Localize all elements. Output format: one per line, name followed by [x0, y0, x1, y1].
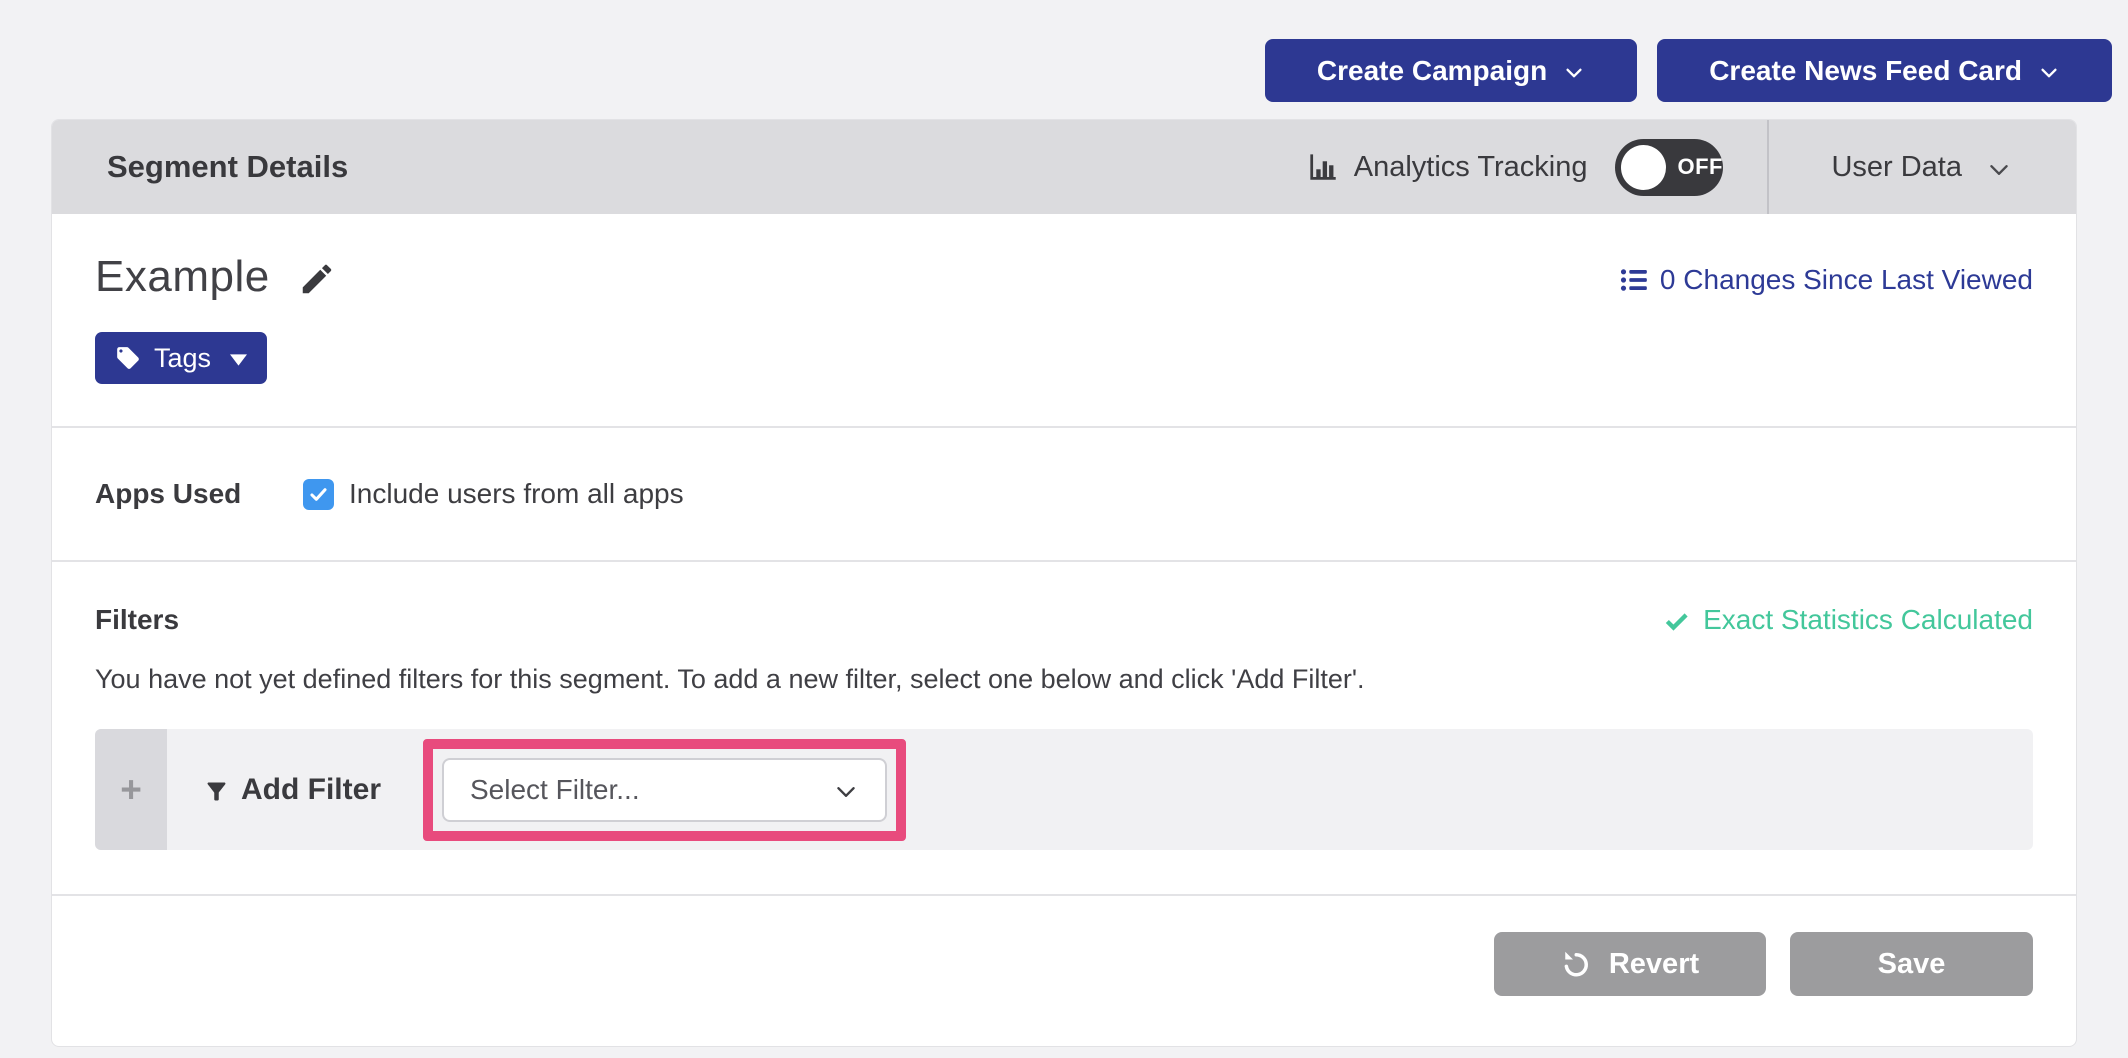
- segment-name: Example: [95, 252, 270, 302]
- checkbox-checked[interactable]: [303, 479, 334, 510]
- include-all-apps-checkbox-row[interactable]: Include users from all apps: [303, 478, 684, 510]
- revert-button[interactable]: Revert: [1494, 932, 1766, 996]
- edit-pencil-icon[interactable]: [298, 260, 336, 298]
- apps-used-label: Apps Used: [95, 478, 303, 510]
- add-filter-label-group: Add Filter: [203, 773, 381, 807]
- tags-button[interactable]: Tags: [95, 332, 267, 384]
- checkmark-icon: [308, 484, 329, 505]
- funnel-icon: [203, 778, 230, 805]
- bar-chart-icon: [1306, 151, 1338, 183]
- chevron-down-icon: [1986, 157, 2012, 183]
- user-data-dropdown[interactable]: User Data: [1769, 120, 2076, 214]
- create-campaign-button[interactable]: Create Campaign: [1265, 39, 1637, 102]
- create-campaign-label: Create Campaign: [1317, 55, 1547, 87]
- chevron-down-icon: [1563, 62, 1585, 84]
- annotation-highlight: Select Filter...: [423, 739, 906, 841]
- analytics-tracking-toggle[interactable]: OFF: [1615, 139, 1723, 196]
- analytics-tracking-group: Analytics Tracking OFF: [1306, 139, 1768, 196]
- toggle-state-label: OFF: [1677, 154, 1723, 180]
- check-icon: [1663, 607, 1690, 634]
- add-filter-plus-button[interactable]: +: [95, 729, 167, 850]
- card-title: Segment Details: [52, 149, 348, 185]
- create-news-feed-card-button[interactable]: Create News Feed Card: [1657, 39, 2112, 102]
- create-news-feed-card-label: Create News Feed Card: [1709, 55, 2022, 87]
- card-footer: Revert Save: [52, 894, 2076, 1046]
- segment-details-card: Segment Details Analytics Tracking OFF U…: [51, 119, 2077, 1047]
- exact-statistics-label: Exact Statistics Calculated: [1703, 604, 2033, 636]
- exact-statistics-status: Exact Statistics Calculated: [1663, 604, 2033, 636]
- revert-icon: [1561, 949, 1591, 979]
- save-button[interactable]: Save: [1790, 932, 2033, 996]
- filters-title: Filters: [95, 604, 179, 636]
- analytics-tracking-label: Analytics Tracking: [1354, 151, 1588, 184]
- tags-button-label: Tags: [154, 343, 211, 374]
- save-label: Save: [1878, 948, 1946, 981]
- revert-label: Revert: [1609, 948, 1699, 981]
- user-data-label: User Data: [1831, 151, 1962, 184]
- filters-section: Filters Exact Statistics Calculated You …: [52, 562, 2076, 894]
- include-all-apps-label: Include users from all apps: [349, 478, 684, 510]
- tag-icon: [115, 345, 141, 371]
- card-header-right: Analytics Tracking OFF User Data: [1306, 120, 2076, 214]
- plus-icon: +: [120, 769, 142, 811]
- select-filter-placeholder: Select Filter...: [470, 774, 640, 806]
- segment-name-section: Example 0 Changes Since Last Viewed Tags: [52, 214, 2076, 428]
- changes-since-last-viewed-link[interactable]: 0 Changes Since Last Viewed: [1620, 264, 2033, 296]
- triangle-down-icon: [230, 354, 247, 366]
- card-header: Segment Details Analytics Tracking OFF U…: [52, 120, 2076, 214]
- list-icon: [1620, 266, 1648, 294]
- add-filter-label: Add Filter: [241, 773, 381, 807]
- add-filter-row: + Add Filter Select Filter...: [95, 729, 2033, 850]
- select-filter-dropdown[interactable]: Select Filter...: [442, 758, 887, 822]
- top-action-bar: Create Campaign Create News Feed Card: [1265, 39, 2112, 102]
- chevron-down-icon: [833, 779, 859, 805]
- changes-link-label: 0 Changes Since Last Viewed: [1660, 264, 2033, 296]
- chevron-down-icon: [2038, 62, 2060, 84]
- toggle-knob: [1621, 145, 1666, 190]
- filters-empty-message: You have not yet defined filters for thi…: [95, 664, 2033, 695]
- apps-used-section: Apps Used Include users from all apps: [52, 428, 2076, 562]
